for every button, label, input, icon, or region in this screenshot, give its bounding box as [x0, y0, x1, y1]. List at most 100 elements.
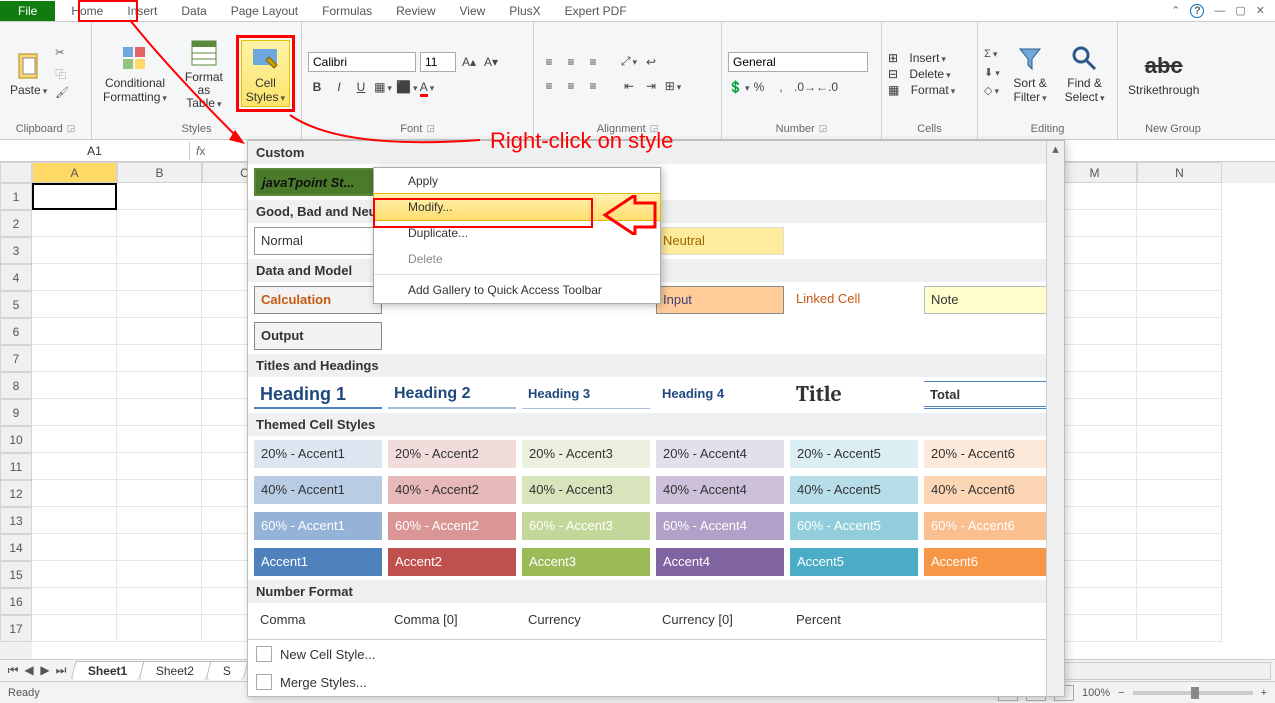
- row-header-7[interactable]: 7: [0, 345, 32, 372]
- cut-icon[interactable]: ✂: [55, 46, 73, 62]
- style-60-accent5[interactable]: 60% - Accent5: [790, 512, 918, 540]
- increase-font-icon[interactable]: A▴: [460, 53, 478, 71]
- align-right-icon[interactable]: ≡: [584, 77, 602, 95]
- style-accent6[interactable]: Accent6: [924, 548, 1052, 576]
- autosum-icon[interactable]: Σ: [984, 48, 1002, 64]
- style-40-accent2[interactable]: 40% - Accent2: [388, 476, 516, 504]
- cell-B15[interactable]: [117, 561, 202, 588]
- plusx-tab[interactable]: PlusX: [497, 2, 552, 20]
- cell-N5[interactable]: [1137, 291, 1222, 318]
- cell-A14[interactable]: [32, 534, 117, 561]
- decrease-font-icon[interactable]: A▾: [482, 53, 500, 71]
- cell-N11[interactable]: [1137, 453, 1222, 480]
- view-tab[interactable]: View: [448, 2, 498, 20]
- row-header-4[interactable]: 4: [0, 264, 32, 291]
- cell-B9[interactable]: [117, 399, 202, 426]
- style-accent3[interactable]: Accent3: [522, 548, 650, 576]
- style-accent2[interactable]: Accent2: [388, 548, 516, 576]
- style-title[interactable]: Title: [790, 381, 918, 409]
- cell-styles-button[interactable]: Cell Styles: [241, 40, 290, 106]
- delete-cells-button[interactable]: ⊟ Delete: [888, 67, 971, 81]
- style-linked-cell[interactable]: Linked Cell: [790, 286, 918, 314]
- data-tab[interactable]: Data: [169, 2, 218, 20]
- style-20-accent4[interactable]: 20% - Accent4: [656, 440, 784, 468]
- cell-B7[interactable]: [117, 345, 202, 372]
- style-60-accent3[interactable]: 60% - Accent3: [522, 512, 650, 540]
- sheet-nav-next-icon[interactable]: ▶: [38, 663, 52, 678]
- borders-button[interactable]: ▦: [374, 78, 392, 96]
- accounting-format-icon[interactable]: 💲: [728, 78, 746, 96]
- cell-A17[interactable]: [32, 615, 117, 642]
- cell-N6[interactable]: [1137, 318, 1222, 345]
- merge-center-icon[interactable]: ⊞: [664, 77, 682, 95]
- sheet-nav-prev-icon[interactable]: ◀: [22, 663, 36, 678]
- new-cell-style-button[interactable]: New Cell Style...: [248, 640, 1064, 668]
- cell-B8[interactable]: [117, 372, 202, 399]
- fill-icon[interactable]: ⬇: [984, 66, 1002, 82]
- style-note[interactable]: Note: [924, 286, 1052, 314]
- row-header-12[interactable]: 12: [0, 480, 32, 507]
- ctx-delete[interactable]: Delete: [374, 246, 660, 272]
- style-20-accent5[interactable]: 20% - Accent5: [790, 440, 918, 468]
- align-top-icon[interactable]: ≡: [540, 53, 558, 71]
- cell-A9[interactable]: [32, 399, 117, 426]
- fill-color-button[interactable]: ⬛: [396, 78, 414, 96]
- align-bottom-icon[interactable]: ≡: [584, 53, 602, 71]
- style-output[interactable]: Output: [254, 322, 382, 350]
- increase-indent-icon[interactable]: ⇥: [642, 77, 660, 95]
- style-40-accent3[interactable]: 40% - Accent3: [522, 476, 650, 504]
- row-header-2[interactable]: 2: [0, 210, 32, 237]
- sheet-tab-2[interactable]: Sheet2: [139, 661, 212, 680]
- insert-cells-button[interactable]: ⊞ Insert: [888, 51, 971, 65]
- cell-B16[interactable]: [117, 588, 202, 615]
- ctx-add-qat[interactable]: Add Gallery to Quick Access Toolbar: [374, 277, 660, 303]
- cell-B5[interactable]: [117, 291, 202, 318]
- cell-N14[interactable]: [1137, 534, 1222, 561]
- copy-icon[interactable]: ⿻: [55, 66, 73, 82]
- cell-N12[interactable]: [1137, 480, 1222, 507]
- cell-B4[interactable]: [117, 264, 202, 291]
- style-currency-0-[interactable]: Currency [0]: [656, 607, 784, 635]
- increase-decimal-icon[interactable]: .0→: [794, 78, 812, 96]
- cell-A1[interactable]: [32, 183, 117, 210]
- format-as-table-button[interactable]: Format as Table: [176, 35, 232, 113]
- cell-B17[interactable]: [117, 615, 202, 642]
- select-all-corner[interactable]: [0, 162, 32, 183]
- cell-B14[interactable]: [117, 534, 202, 561]
- font-name-select[interactable]: [308, 52, 416, 72]
- style-total[interactable]: Total: [924, 381, 1052, 409]
- cell-N2[interactable]: [1137, 210, 1222, 237]
- minimize-ribbon-icon[interactable]: ⌃: [1171, 4, 1180, 17]
- style-40-accent1[interactable]: 40% - Accent1: [254, 476, 382, 504]
- cell-B6[interactable]: [117, 318, 202, 345]
- style-heading4[interactable]: Heading 4: [656, 381, 784, 409]
- format-painter-icon[interactable]: 🖌: [55, 86, 73, 102]
- cell-B10[interactable]: [117, 426, 202, 453]
- style-60-accent2[interactable]: 60% - Accent2: [388, 512, 516, 540]
- sheet-tab-3[interactable]: S: [206, 661, 249, 680]
- style-60-accent1[interactable]: 60% - Accent1: [254, 512, 382, 540]
- style-neutral[interactable]: Neutral: [656, 227, 784, 255]
- sort-filter-button[interactable]: Sort & Filter: [1006, 41, 1054, 105]
- row-header-15[interactable]: 15: [0, 561, 32, 588]
- italic-button[interactable]: I: [330, 78, 348, 96]
- cell-A4[interactable]: [32, 264, 117, 291]
- find-select-button[interactable]: Find & Select: [1058, 41, 1111, 105]
- cell-B2[interactable]: [117, 210, 202, 237]
- style-heading3[interactable]: Heading 3: [522, 381, 650, 409]
- align-center-icon[interactable]: ≡: [562, 77, 580, 95]
- formulas-tab[interactable]: Formulas: [310, 2, 384, 20]
- cell-A6[interactable]: [32, 318, 117, 345]
- fx-icon[interactable]: fx: [190, 144, 211, 158]
- cell-A3[interactable]: [32, 237, 117, 264]
- cell-N1[interactable]: [1137, 183, 1222, 210]
- cell-A10[interactable]: [32, 426, 117, 453]
- style-20-accent1[interactable]: 20% - Accent1: [254, 440, 382, 468]
- style-calculation[interactable]: Calculation: [254, 286, 382, 314]
- cell-B3[interactable]: [117, 237, 202, 264]
- cell-N15[interactable]: [1137, 561, 1222, 588]
- font-color-button[interactable]: A: [418, 78, 436, 96]
- row-header-6[interactable]: 6: [0, 318, 32, 345]
- gallery-scrollbar[interactable]: ▴: [1046, 141, 1064, 696]
- cell-A8[interactable]: [32, 372, 117, 399]
